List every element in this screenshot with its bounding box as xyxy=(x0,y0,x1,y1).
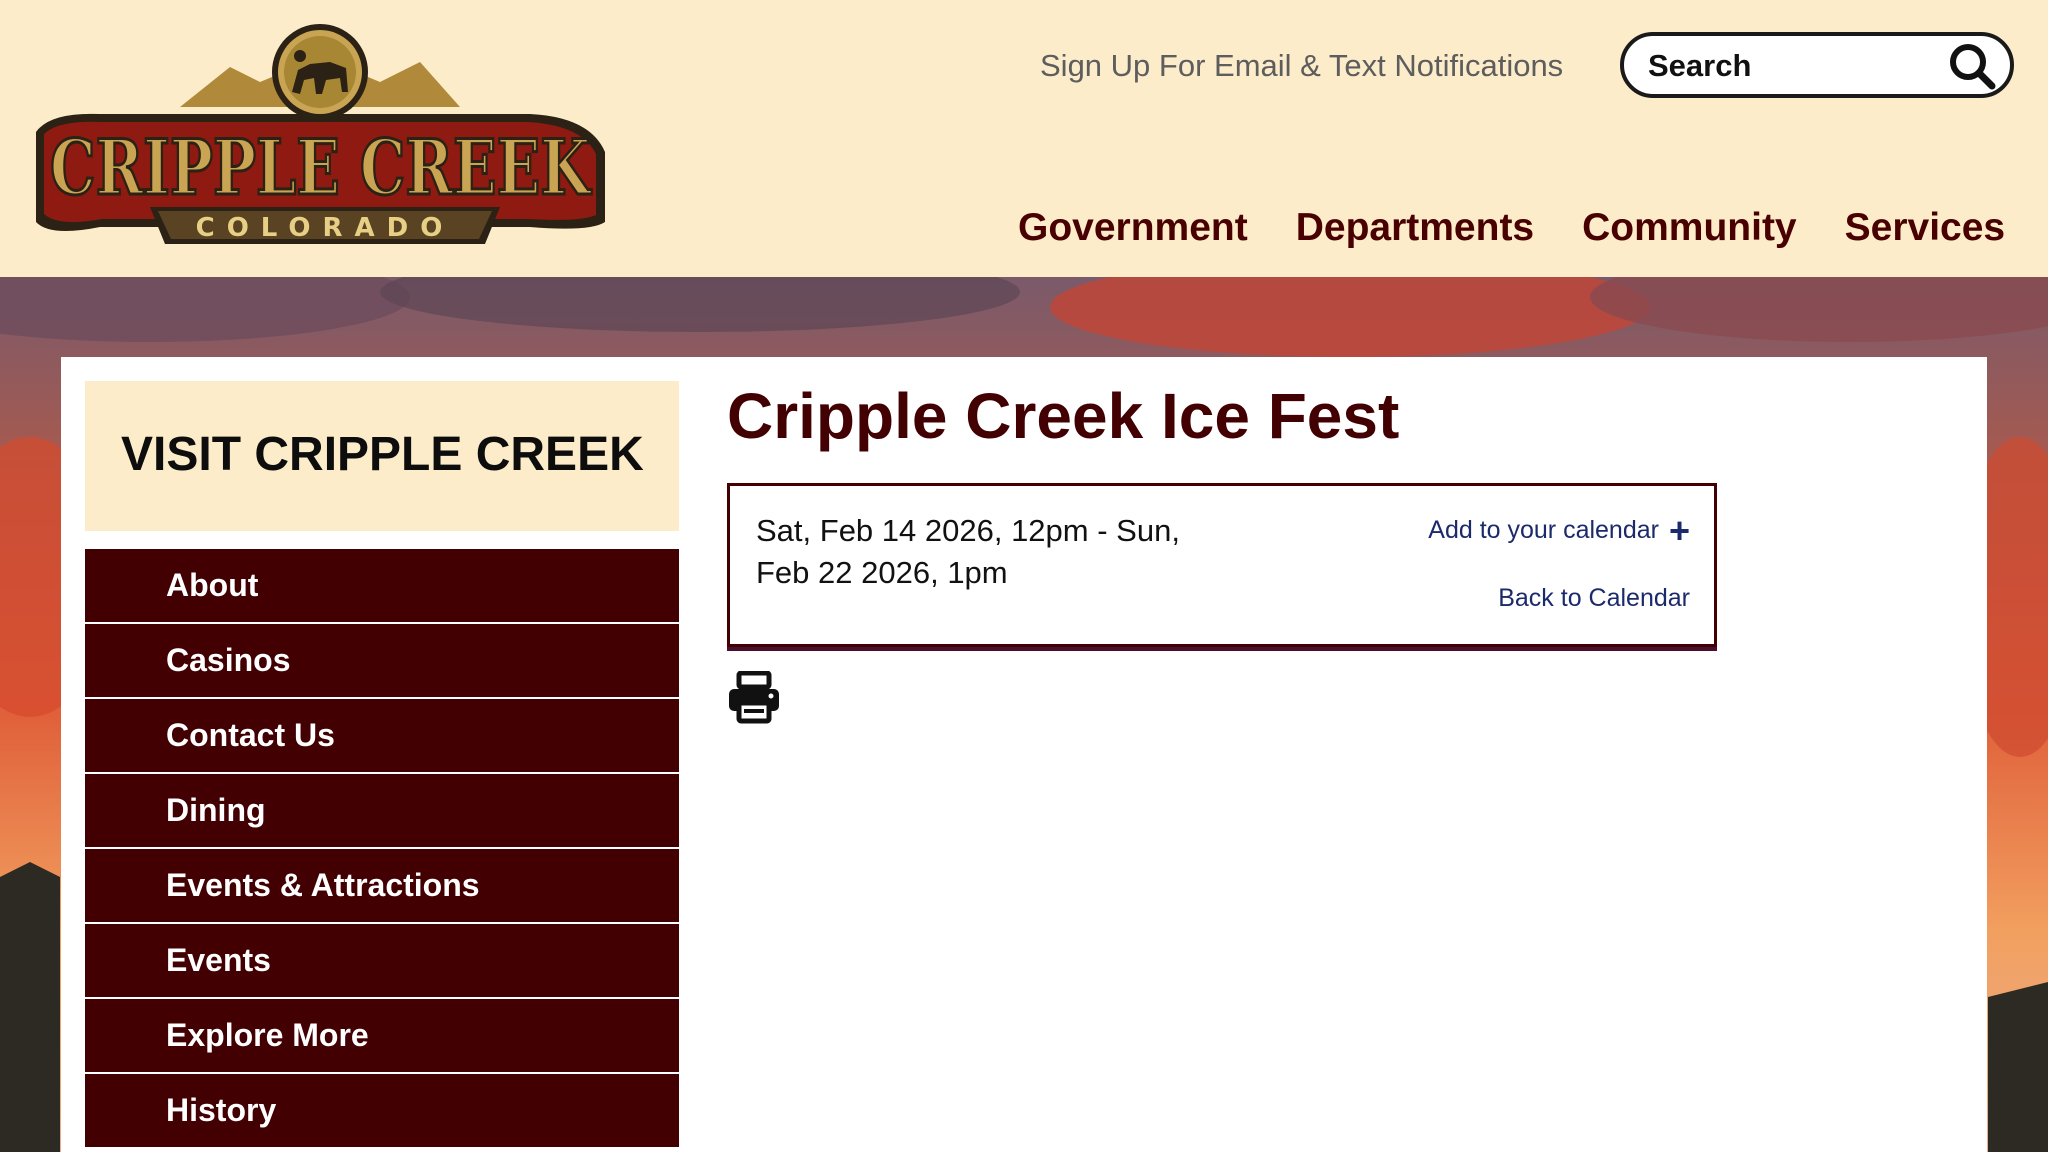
add-to-calendar-link[interactable]: Add to your calendar + xyxy=(1428,509,1690,551)
logo-title: CRIPPLE CREEK xyxy=(50,123,592,212)
cripple-creek-logo: CRIPPLE CREEK COLORADO xyxy=(36,24,605,244)
sidebar-heading-box: VISIT CRIPPLE CREEK xyxy=(85,381,679,531)
plus-icon: + xyxy=(1668,509,1690,551)
back-to-calendar-link[interactable]: Back to Calendar xyxy=(1498,584,1690,613)
page-title: Cripple Creek Ice Fest xyxy=(727,380,1400,452)
sidebar-heading: VISIT CRIPPLE CREEK xyxy=(121,428,644,481)
site-logo-link[interactable]: CRIPPLE CREEK COLORADO xyxy=(30,22,610,254)
sidebar-item-about[interactable]: About xyxy=(85,549,679,622)
nav-departments[interactable]: Departments xyxy=(1296,206,1534,250)
sidebar-item-events-attractions[interactable]: Events & Attractions xyxy=(85,849,679,922)
sidebar-item-dining[interactable]: Dining xyxy=(85,774,679,847)
main-navigation: Government Departments Community Service… xyxy=(1018,206,2005,250)
content-panel: VISIT CRIPPLE CREEK About Casinos Contac… xyxy=(61,357,1987,1152)
printer-icon xyxy=(729,670,779,724)
sidebar-item-explore-more[interactable]: Explore More xyxy=(85,999,679,1072)
nav-services[interactable]: Services xyxy=(1845,206,2005,250)
sidebar-item-contact-us[interactable]: Contact Us xyxy=(85,699,679,772)
search-button[interactable] xyxy=(1946,40,1998,92)
add-to-calendar-label: Add to your calendar xyxy=(1428,516,1659,544)
sidebar-item-history[interactable]: History xyxy=(85,1074,679,1147)
nav-government[interactable]: Government xyxy=(1018,206,1248,250)
search-icon xyxy=(1950,44,1996,90)
event-info-box: Sat, Feb 14 2026, 12pm - Sun, Feb 22 202… xyxy=(727,483,1717,647)
site-header: CRIPPLE CREEK COLORADO Sign Up For Email… xyxy=(0,0,2048,277)
email-text-notifications-link[interactable]: Sign Up For Email & Text Notifications xyxy=(1040,48,1563,84)
sidebar-navigation: About Casinos Contact Us Dining Events &… xyxy=(85,549,679,1149)
search-box xyxy=(1620,32,2014,98)
search-input[interactable] xyxy=(1646,42,1940,90)
nav-community[interactable]: Community xyxy=(1582,206,1797,250)
logo-subtitle: COLORADO xyxy=(196,213,455,243)
sidebar-item-events[interactable]: Events xyxy=(85,924,679,997)
sidebar-item-casinos[interactable]: Casinos xyxy=(85,624,679,697)
event-date-range: Sat, Feb 14 2026, 12pm - Sun, Feb 22 202… xyxy=(756,513,1180,590)
print-button[interactable] xyxy=(727,670,781,725)
